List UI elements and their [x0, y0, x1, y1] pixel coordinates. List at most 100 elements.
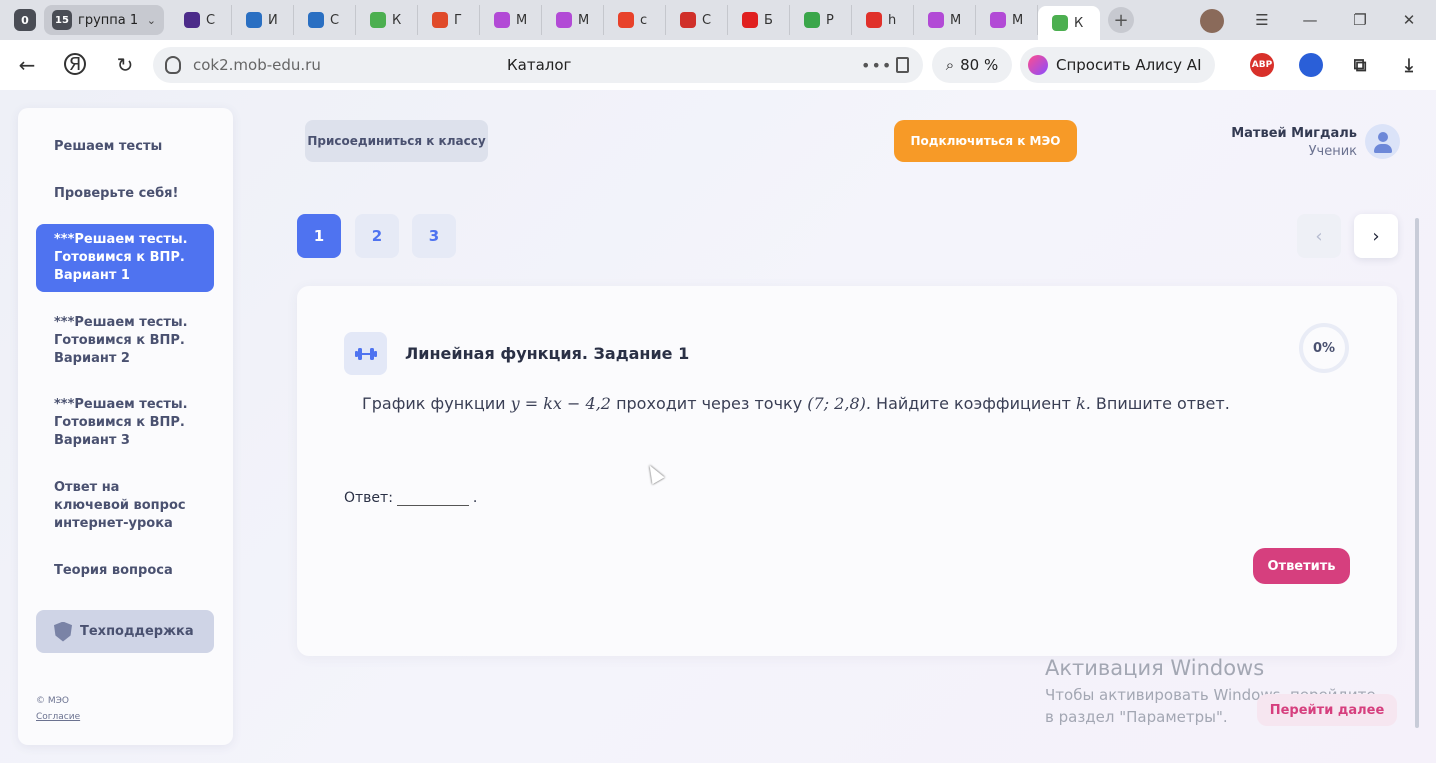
answer-label: Ответ:	[344, 489, 393, 506]
browser-tab[interactable]: С	[294, 5, 356, 35]
browser-tab[interactable]: К	[1038, 6, 1100, 40]
tab-counter[interactable]: 0	[14, 9, 36, 31]
question-suffix: Впишите ответ.	[1095, 394, 1230, 413]
five-icon	[990, 12, 1006, 28]
user-name: Матвей Мигдаль	[1231, 126, 1357, 141]
dumbbell-icon	[344, 332, 387, 375]
question-middle: проходит через точку	[616, 394, 803, 413]
support-label: Техподдержка	[80, 624, 194, 639]
shield-icon	[54, 621, 72, 642]
browser-tab[interactable]: М	[914, 5, 976, 35]
new-tab-button[interactable]: +	[1108, 7, 1134, 33]
sidebar: Решаем тесты Проверьте себя! ***Решаем т…	[18, 108, 233, 745]
page-tab-3[interactable]: 3	[412, 214, 456, 258]
browser-tab-label: М	[516, 12, 528, 28]
browser-tab[interactable]: С	[170, 5, 232, 35]
tab-group-label: группа 1	[78, 12, 139, 28]
youtube-icon	[742, 12, 758, 28]
reload-icon[interactable]: ↻	[113, 53, 137, 77]
diamond-icon	[370, 12, 386, 28]
avatar-head	[1377, 132, 1388, 142]
page-scrollbar[interactable]	[1415, 218, 1419, 728]
five-icon	[556, 12, 572, 28]
user-avatar[interactable]	[1365, 124, 1400, 159]
download-icon[interactable]: ⤓	[1397, 53, 1421, 77]
minimize-button[interactable]: —	[1298, 8, 1322, 32]
url-field[interactable]: cok2.mob-edu.ru Каталог •••	[153, 47, 923, 83]
join-class-button[interactable]: Присоединиться к классу	[305, 120, 488, 162]
browser-tab[interactable]: с	[604, 5, 666, 35]
chevron-down-icon[interactable]: ⌄	[147, 14, 156, 27]
agreement-link[interactable]: Согласие	[36, 712, 80, 722]
question-middle2: Найдите коэффициент	[876, 394, 1071, 413]
task-title: Линейная функция. Задание 1	[405, 344, 690, 363]
select-icon	[308, 12, 324, 28]
back-arrow-icon[interactable]: ←	[15, 53, 39, 77]
browser-tab[interactable]: С	[666, 5, 728, 35]
page-tab-1[interactable]: 1	[297, 214, 341, 258]
browser-tab[interactable]: Р	[790, 5, 852, 35]
browser-tab-label: С	[330, 12, 340, 28]
alice-icon	[1028, 55, 1048, 75]
browser-tab-label: С	[702, 12, 712, 28]
next-page-button[interactable]: Перейти далее	[1257, 694, 1397, 726]
browser-tab[interactable]: Б	[728, 5, 790, 35]
browser-tab[interactable]: М	[542, 5, 604, 35]
tab-group[interactable]: 15 группа 1 ⌄	[44, 5, 164, 35]
bookmark-icon[interactable]	[896, 57, 909, 73]
profile-avatar[interactable]	[1200, 9, 1224, 33]
browser-tab[interactable]: К	[356, 5, 418, 35]
sidebar-item-variant-1[interactable]: ***Решаем тесты. Готовимся к ВПР. Вариан…	[36, 224, 214, 292]
question-point: (7; 2,8).	[807, 394, 871, 413]
page-content: Решаем тесты Проверьте себя! ***Решаем т…	[0, 90, 1436, 763]
browser-tab-label: Б	[764, 12, 773, 28]
sidebar-item-variant-3[interactable]: ***Решаем тесты. Готовимся к ВПР. Вариан…	[36, 396, 214, 450]
five-icon	[494, 12, 510, 28]
red-icon	[866, 12, 882, 28]
browser-tab-label: К	[1074, 15, 1084, 31]
progress-indicator: 0%	[1299, 323, 1349, 373]
extensions-icon[interactable]: ⧉	[1348, 53, 1372, 77]
zoom-indicator[interactable]: ⌕ 80 %	[932, 47, 1012, 83]
menu-icon[interactable]: ☰	[1250, 8, 1274, 32]
browser-tab[interactable]: М	[976, 5, 1038, 35]
arrow-icon	[804, 12, 820, 28]
avatar-body	[1373, 144, 1392, 153]
yandex-icon	[618, 12, 634, 28]
copyright-text: © МЭО	[36, 696, 69, 706]
browser-tab-label: К	[392, 12, 402, 28]
url-text: cok2.mob-edu.ru	[193, 56, 321, 74]
connect-meo-button[interactable]: Подключиться к МЭО	[894, 120, 1077, 162]
site-info-icon[interactable]	[165, 56, 181, 74]
support-button[interactable]: Техподдержка	[36, 610, 214, 653]
five-icon	[928, 12, 944, 28]
browser-tab-label: С	[206, 12, 216, 28]
sidebar-item-self-check[interactable]: Проверьте себя!	[36, 185, 214, 203]
browser-tab[interactable]: h	[852, 5, 914, 35]
sidebar-item-tests[interactable]: Решаем тесты	[36, 138, 214, 156]
browser-tab[interactable]: И	[232, 5, 294, 35]
question-formula: y = kx − 4,2	[510, 394, 611, 413]
question-text: График функции y = kx − 4,2 проходит чер…	[362, 394, 1230, 413]
submit-answer-button[interactable]: Ответить	[1253, 548, 1350, 584]
close-window-button[interactable]: ✕	[1397, 8, 1421, 32]
sidebar-item-key-question[interactable]: Ответ на ключевой вопрос интернет-урока	[36, 479, 214, 533]
prev-arrow-button[interactable]: ‹	[1297, 214, 1341, 258]
restore-button[interactable]: ❐	[1348, 8, 1372, 32]
browser-tab[interactable]: М	[480, 5, 542, 35]
tab-group-count: 15	[52, 10, 72, 30]
diamond-icon	[1052, 15, 1068, 31]
adblock-icon[interactable]: ABP	[1250, 53, 1274, 77]
ask-alice-button[interactable]: Спросить Алису AI	[1020, 47, 1215, 83]
page-tab-2[interactable]: 2	[355, 214, 399, 258]
extension-globe-icon[interactable]	[1299, 53, 1323, 77]
browser-tab[interactable]: Г	[418, 5, 480, 35]
more-dots-icon[interactable]: •••	[861, 56, 892, 75]
sidebar-item-variant-2[interactable]: ***Решаем тесты. Готовимся к ВПР. Вариан…	[36, 314, 214, 368]
zoom-value: 80 %	[960, 56, 999, 74]
answer-input[interactable]	[396, 488, 469, 506]
yandex-logo-icon[interactable]: Я	[64, 53, 86, 75]
sidebar-item-theory[interactable]: Теория вопроса	[36, 562, 214, 580]
next-arrow-button[interactable]: ›	[1354, 214, 1398, 258]
question-var: k.	[1076, 394, 1091, 413]
